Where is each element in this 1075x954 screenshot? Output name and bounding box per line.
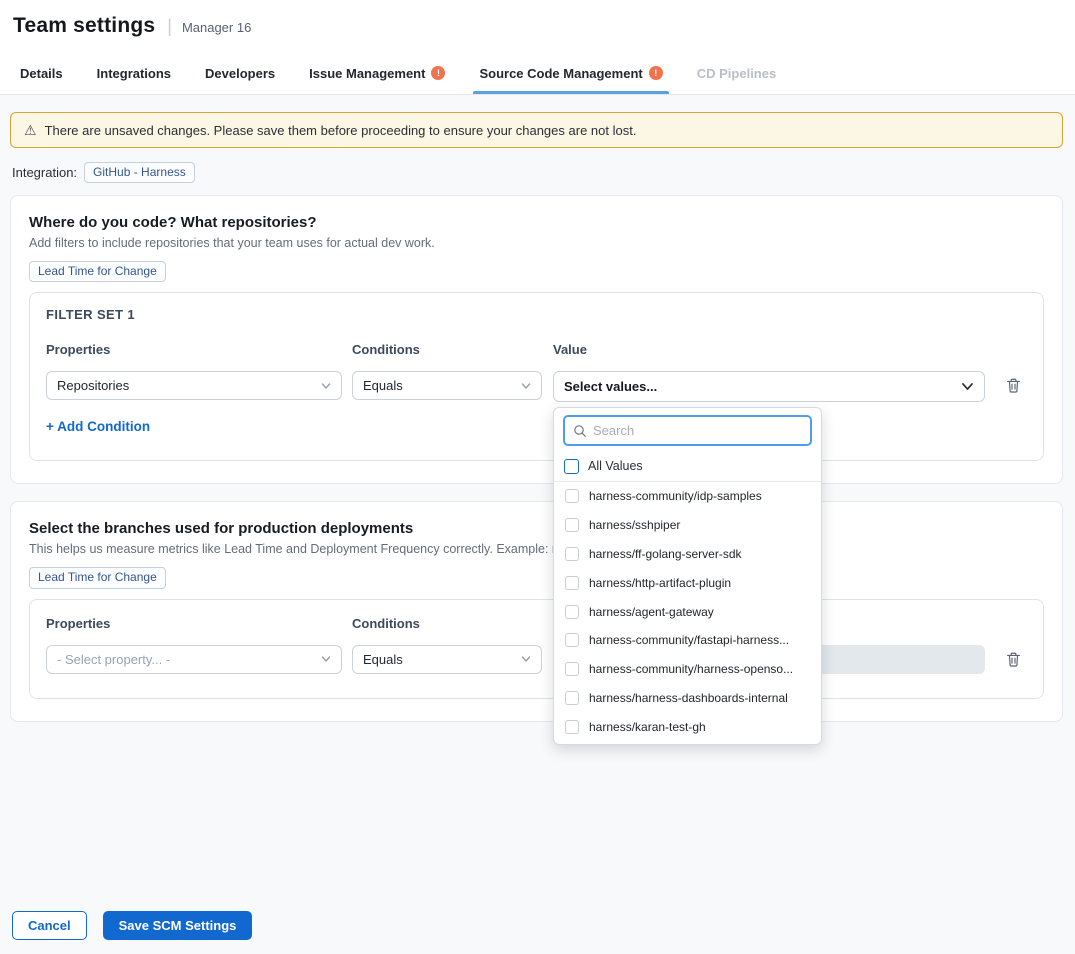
- banner-text: There are unsaved changes. Please save t…: [45, 123, 637, 138]
- repository-option[interactable]: harness/http-artifact-plugin: [554, 568, 821, 597]
- properties-column-header: Properties: [46, 616, 342, 631]
- conditions-column-header: Conditions: [352, 342, 542, 357]
- section-title: Select the branches used for production …: [29, 520, 1044, 537]
- lead-time-for-change-chip: Lead Time for Change: [29, 567, 166, 588]
- add-condition-button[interactable]: + Add Condition: [46, 419, 150, 434]
- repository-option[interactable]: harness/integration-videos-gh: [554, 741, 821, 745]
- dropdown-search-box: [563, 415, 812, 446]
- properties-column-header: Properties: [46, 342, 342, 357]
- section-title: Where do you code? What repositories?: [29, 214, 1044, 231]
- tab-integrations[interactable]: Integrations: [95, 52, 173, 94]
- filter-row: Repositories Equals Select values...: [46, 371, 1027, 402]
- repository-option[interactable]: harness/ff-golang-server-sdk: [554, 540, 821, 569]
- option-label: harness/sshpiper: [589, 518, 680, 532]
- chevron-down-icon: [521, 381, 531, 391]
- filter-row: - Select property... - Equals: [46, 645, 1027, 674]
- value-multiselect[interactable]: Select values...: [553, 371, 985, 402]
- option-checkbox[interactable]: [565, 489, 579, 503]
- tab-bar: Details Integrations Developers Issue Ma…: [0, 52, 1075, 95]
- alert-badge-icon: !: [431, 66, 445, 80]
- tab-source-code-management[interactable]: Source Code Management !: [477, 52, 664, 94]
- repository-options-list[interactable]: harness-community/idp-samples harness/ss…: [554, 482, 821, 745]
- trash-icon: [1005, 651, 1022, 668]
- repositories-section-card: Where do you code? What repositories? Ad…: [10, 195, 1063, 484]
- trash-icon: [1005, 377, 1022, 394]
- footer-actions: Cancel Save SCM Settings: [12, 911, 252, 940]
- page-title: Team settings: [13, 14, 155, 38]
- option-label: harness/karan-test-gh: [589, 720, 706, 734]
- repository-option[interactable]: harness/harness-dashboards-internal: [554, 684, 821, 713]
- filter-set-label: FILTER SET 1: [46, 307, 1027, 322]
- tab-details[interactable]: Details: [18, 52, 65, 94]
- lead-time-for-change-chip: Lead Time for Change: [29, 261, 166, 282]
- save-scm-settings-button[interactable]: Save SCM Settings: [103, 911, 253, 940]
- option-checkbox[interactable]: [565, 691, 579, 705]
- option-label: harness/ff-golang-server-sdk: [589, 547, 742, 561]
- page-header: Team settings | Manager 16: [0, 0, 1075, 52]
- all-values-option[interactable]: All Values: [554, 451, 821, 482]
- option-checkbox[interactable]: [565, 547, 579, 561]
- repository-option[interactable]: harness/sshpiper: [554, 511, 821, 540]
- all-values-checkbox[interactable]: [564, 459, 579, 474]
- condition-select[interactable]: Equals: [352, 645, 542, 674]
- integration-row: Integration: GitHub - Harness: [12, 162, 1065, 183]
- alert-badge-icon: !: [649, 66, 663, 80]
- filter-set-1-box: FILTER SET 1 Properties Conditions Value…: [29, 292, 1044, 461]
- filter-column-headers: Properties Conditions: [46, 616, 1027, 631]
- section-subtitle: Add filters to include repositories that…: [29, 236, 1044, 250]
- option-label: harness/harness-dashboards-internal: [589, 691, 788, 705]
- branches-filter-box: Properties Conditions - Select property.…: [29, 599, 1044, 699]
- repository-option[interactable]: harness-community/idp-samples: [554, 482, 821, 511]
- option-label: harness-community/idp-samples: [589, 489, 762, 503]
- property-select[interactable]: - Select property... -: [46, 645, 342, 674]
- option-label: harness-community/harness-openso...: [589, 662, 793, 676]
- option-checkbox[interactable]: [565, 605, 579, 619]
- tab-issue-management[interactable]: Issue Management !: [307, 52, 447, 94]
- integration-chip: GitHub - Harness: [84, 162, 195, 183]
- option-checkbox[interactable]: [565, 633, 579, 647]
- tab-cd-pipelines: CD Pipelines: [695, 52, 778, 94]
- cancel-button[interactable]: Cancel: [12, 911, 87, 940]
- chevron-down-icon: [321, 381, 331, 391]
- filter-column-headers: Properties Conditions Value: [46, 342, 1027, 357]
- repository-option[interactable]: harness/karan-test-gh: [554, 712, 821, 741]
- option-checkbox[interactable]: [565, 662, 579, 676]
- repository-option[interactable]: harness-community/harness-openso...: [554, 655, 821, 684]
- integration-label: Integration:: [12, 165, 77, 180]
- condition-select[interactable]: Equals: [352, 371, 542, 400]
- value-dropdown-panel: All Values harness-community/idp-samples…: [553, 407, 822, 745]
- delete-filter-button[interactable]: [1004, 377, 1022, 395]
- option-label: harness-community/fastapi-harness...: [589, 633, 789, 647]
- value-column-header: Value: [553, 342, 985, 357]
- tab-developers[interactable]: Developers: [203, 52, 277, 94]
- all-values-label: All Values: [588, 459, 643, 473]
- option-checkbox[interactable]: [565, 720, 579, 734]
- option-label: harness/agent-gateway: [589, 605, 714, 619]
- branches-section-card: Select the branches used for production …: [10, 501, 1063, 721]
- search-input[interactable]: [593, 423, 802, 438]
- warning-triangle-icon: ⚠: [24, 123, 37, 137]
- property-select[interactable]: Repositories: [46, 371, 342, 400]
- repository-option[interactable]: harness/agent-gateway: [554, 597, 821, 626]
- repository-option[interactable]: harness-community/fastapi-harness...: [554, 626, 821, 655]
- chevron-down-icon: [961, 380, 974, 393]
- section-subtitle: This helps us measure metrics like Lead …: [29, 542, 1044, 556]
- option-checkbox[interactable]: [565, 576, 579, 590]
- chevron-down-icon: [321, 654, 331, 664]
- chevron-down-icon: [521, 654, 531, 664]
- option-checkbox[interactable]: [565, 518, 579, 532]
- delete-filter-button[interactable]: [1004, 651, 1022, 669]
- conditions-column-header: Conditions: [352, 616, 542, 631]
- unsaved-changes-banner: ⚠ There are unsaved changes. Please save…: [10, 112, 1063, 148]
- team-name: Manager 16: [182, 17, 251, 35]
- team-settings-page: Team settings | Manager 16 Details Integ…: [0, 0, 1075, 954]
- title-divider: |: [167, 16, 172, 37]
- search-icon: [573, 424, 587, 438]
- option-label: harness/http-artifact-plugin: [589, 576, 731, 590]
